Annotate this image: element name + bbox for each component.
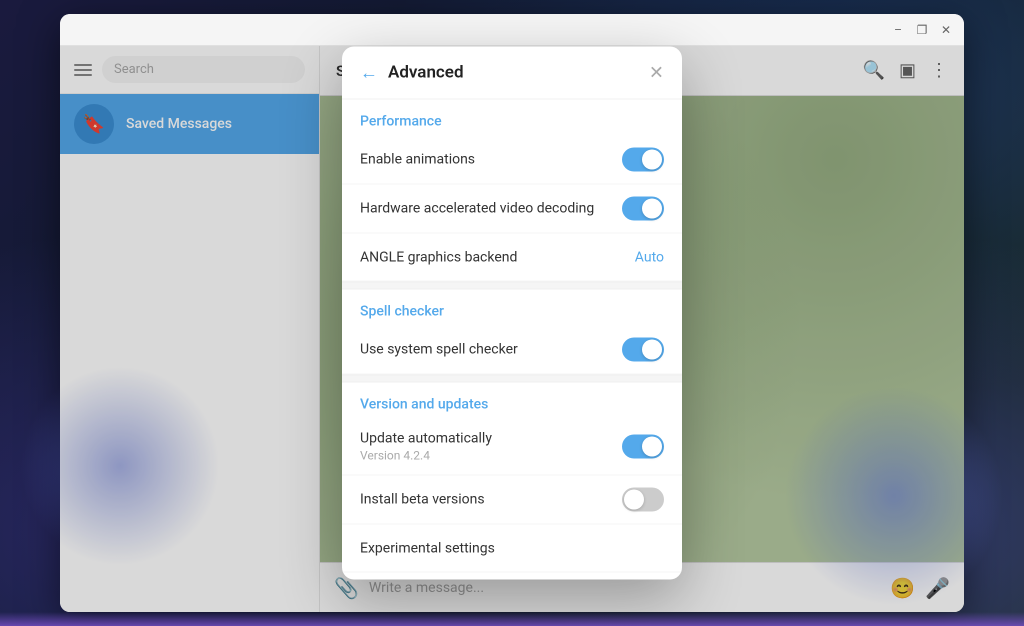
install-beta-row: Install beta versions [342, 476, 682, 525]
bottom-glow [0, 612, 1024, 626]
version-sublabel: Version 4.2.4 [360, 449, 492, 463]
title-bar: – ❐ ✕ [60, 14, 964, 46]
update-automatically-toggle[interactable] [622, 435, 664, 459]
spell-checker-section-heading: Spell checker [342, 290, 682, 326]
enable-animations-toggle[interactable] [622, 148, 664, 172]
system-spell-checker-toggle[interactable] [622, 338, 664, 362]
check-updates-row[interactable]: Check for updates [342, 573, 682, 580]
divider-2 [342, 375, 682, 383]
maximize-button[interactable]: ❐ [914, 22, 930, 38]
angle-backend-row: ANGLE graphics backend Auto [342, 234, 682, 282]
modal-header: ← Advanced ✕ [342, 47, 682, 100]
install-beta-toggle[interactable] [622, 488, 664, 512]
system-spell-checker-label: Use system spell checker [360, 342, 622, 358]
experimental-settings-row[interactable]: Experimental settings [342, 525, 682, 573]
hw-video-decoding-knob [642, 199, 662, 219]
modal-body: Performance Enable animations Hardware a… [342, 100, 682, 580]
enable-animations-knob [642, 150, 662, 170]
angle-backend-value[interactable]: Auto [635, 249, 664, 265]
app-window: – ❐ ✕ Search 🔖 Saved Messages Saved Mess… [60, 14, 964, 612]
divider-1 [342, 282, 682, 290]
update-automatically-label: Update automatically [360, 431, 492, 447]
update-automatically-knob [642, 437, 662, 457]
modal-title: Advanced [388, 63, 639, 83]
install-beta-knob [624, 490, 644, 510]
hw-video-decoding-row: Hardware accelerated video decoding [342, 185, 682, 234]
system-spell-checker-knob [642, 340, 662, 360]
angle-backend-label: ANGLE graphics backend [360, 249, 635, 265]
install-beta-label: Install beta versions [360, 492, 622, 508]
hw-video-decoding-label: Hardware accelerated video decoding [360, 201, 622, 217]
advanced-modal: ← Advanced ✕ Performance Enable animatio… [342, 47, 682, 580]
hw-video-decoding-toggle[interactable] [622, 197, 664, 221]
performance-section-heading: Performance [342, 100, 682, 136]
update-automatically-row: Update automatically Version 4.2.4 [342, 419, 682, 476]
update-automatically-label-group: Update automatically Version 4.2.4 [360, 431, 492, 463]
experimental-settings-label: Experimental settings [360, 540, 664, 556]
close-window-button[interactable]: ✕ [938, 22, 954, 38]
modal-back-button[interactable]: ← [360, 64, 378, 82]
version-updates-section-heading: Version and updates [342, 383, 682, 419]
modal-close-button[interactable]: ✕ [649, 64, 664, 82]
enable-animations-row: Enable animations [342, 136, 682, 185]
minimize-button[interactable]: – [890, 22, 906, 38]
enable-animations-label: Enable animations [360, 152, 622, 168]
system-spell-checker-row: Use system spell checker [342, 326, 682, 375]
